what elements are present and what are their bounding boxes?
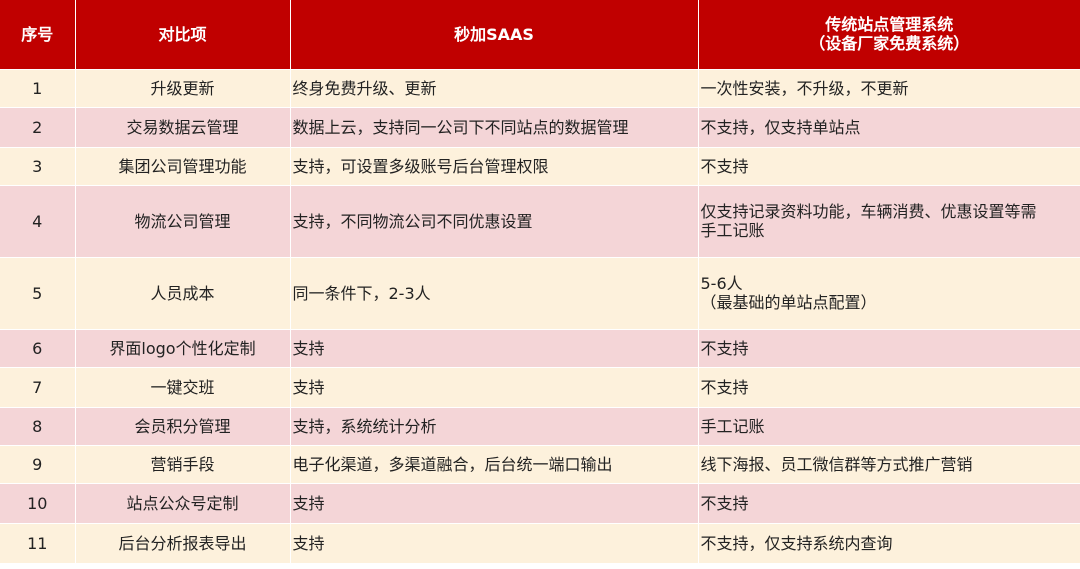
cell-no: 3 (0, 147, 76, 186)
header-saas: 秒加SAAS (290, 0, 699, 70)
cell-no: 7 (0, 367, 76, 408)
cell-saas: 支持，不同物流公司不同优惠设置 (290, 185, 699, 258)
cell-item: 升级更新 (75, 69, 291, 108)
cell-traditional-line: 不支持，仅支持系统内查询 (700, 533, 893, 553)
header-traditional-subtitle: （设备厂家免费系统） (809, 34, 970, 54)
table-row: 3 集团公司管理功能 支持，可设置多级账号后台管理权限 不支持 (0, 147, 1080, 186)
cell-item: 人员成本 (75, 257, 291, 330)
cell-traditional: 线下海报、员工微信群等方式推广营销 (698, 445, 1080, 484)
cell-no: 2 (0, 107, 76, 148)
cell-no: 11 (0, 523, 76, 564)
table-row: 1 升级更新 终身免费升级、更新 一次性安装，不升级，不更新 (0, 69, 1080, 108)
cell-saas: 支持，可设置多级账号后台管理权限 (290, 147, 699, 186)
table-row: 11 后台分析报表导出 支持 不支持，仅支持系统内查询 (0, 523, 1080, 564)
cell-traditional-line: 线下海报、员工微信群等方式推广营销 (700, 454, 973, 474)
cell-item: 界面logo个性化定制 (75, 329, 291, 368)
cell-saas: 支持 (290, 483, 699, 524)
cell-traditional: 仅支持记录资料功能，车辆消费、优惠设置等需 手工记账 (698, 185, 1080, 258)
cell-saas: 支持 (290, 367, 699, 408)
table-body: 1 升级更新 终身免费升级、更新 一次性安装，不升级，不更新 2 交易数据云管理 数据上云，… (0, 69, 1080, 564)
cell-saas: 终身免费升级、更新 (290, 69, 699, 108)
cell-saas: 支持 (290, 523, 699, 564)
cell-traditional: 手工记账 (698, 407, 1080, 446)
table-row: 7 一键交班 支持 不支持 (0, 367, 1080, 408)
table-row: 9 营销手段 电子化渠道，多渠道融合，后台统一端口输出 线下海报、员工微信群等方式推广… (0, 445, 1080, 484)
table-row: 8 会员积分管理 支持，系统统计分析 手工记账 (0, 407, 1080, 446)
cell-item: 集团公司管理功能 (75, 147, 291, 186)
cell-traditional-line: 不支持 (700, 156, 749, 176)
cell-traditional-line: （最基础的单站点配置） (700, 293, 877, 312)
table-row: 10 站点公众号定制 支持 不支持 (0, 483, 1080, 524)
cell-item: 营销手段 (75, 445, 291, 484)
cell-traditional-line: 不支持 (700, 377, 749, 397)
cell-saas: 数据上云，支持同一公司下不同站点的数据管理 (290, 107, 699, 148)
header-traditional: 传统站点管理系统 （设备厂家免费系统） (698, 0, 1080, 70)
cell-item: 站点公众号定制 (75, 483, 291, 524)
cell-traditional: 不支持，仅支持系统内查询 (698, 523, 1080, 564)
cell-item: 一键交班 (75, 367, 291, 408)
cell-no: 8 (0, 407, 76, 446)
cell-saas: 支持 (290, 329, 699, 368)
cell-traditional: 一次性安装，不升级，不更新 (698, 69, 1080, 108)
cell-traditional-line: 手工记账 (700, 416, 765, 436)
cell-traditional: 不支持 (698, 367, 1080, 408)
header-no: 序号 (0, 0, 76, 70)
cell-traditional: 不支持，仅支持单站点 (698, 107, 1080, 148)
header-item: 对比项 (75, 0, 291, 70)
cell-traditional-line: 5-6人 (700, 274, 743, 293)
cell-no: 5 (0, 257, 76, 330)
cell-item: 物流公司管理 (75, 185, 291, 258)
cell-saas: 同一条件下，2-3人 (290, 257, 699, 330)
cell-saas: 支持，系统统计分析 (290, 407, 699, 446)
table-row: 5 人员成本 同一条件下，2-3人 5-6人 （最基础的单站点配置） (0, 257, 1080, 330)
cell-traditional-line: 手工记账 (700, 221, 765, 240)
cell-item: 会员积分管理 (75, 407, 291, 446)
cell-no: 6 (0, 329, 76, 368)
cell-item: 后台分析报表导出 (75, 523, 291, 564)
table-header: 序号 对比项 秒加SAAS 传统站点管理系统 （设备厂家免费系统） (0, 0, 1080, 70)
cell-traditional-line: 不支持 (700, 338, 749, 358)
cell-no: 1 (0, 69, 76, 108)
header-row: 序号 对比项 秒加SAAS 传统站点管理系统 （设备厂家免费系统） (0, 0, 1080, 70)
cell-traditional: 不支持 (698, 329, 1080, 368)
cell-traditional: 不支持 (698, 147, 1080, 186)
cell-traditional: 不支持 (698, 483, 1080, 524)
cell-no: 4 (0, 185, 76, 258)
cell-item: 交易数据云管理 (75, 107, 291, 148)
cell-traditional-line: 仅支持记录资料功能，车辆消费、优惠设置等需 (700, 202, 1037, 221)
cell-traditional-line: 不支持 (700, 493, 749, 513)
cell-no: 10 (0, 483, 76, 524)
cell-saas: 电子化渠道，多渠道融合，后台统一端口输出 (290, 445, 699, 484)
cell-no: 9 (0, 445, 76, 484)
table-row: 4 物流公司管理 支持，不同物流公司不同优惠设置 仅支持记录资料功能，车辆消费、优惠设… (0, 185, 1080, 258)
cell-traditional: 5-6人 （最基础的单站点配置） (698, 257, 1080, 330)
cell-traditional-line: 不支持，仅支持单站点 (700, 117, 861, 137)
table-row: 6 界面logo个性化定制 支持 不支持 (0, 329, 1080, 368)
table-row: 2 交易数据云管理 数据上云，支持同一公司下不同站点的数据管理 不支持，仅支持单站点 (0, 107, 1080, 148)
comparison-table: 序号 对比项 秒加SAAS 传统站点管理系统 （设备厂家免费系统） 1 升级更新终… (0, 0, 1080, 564)
header-traditional-title: 传统站点管理系统 (825, 15, 954, 35)
cell-traditional-line: 一次性安装，不升级，不更新 (700, 78, 909, 98)
